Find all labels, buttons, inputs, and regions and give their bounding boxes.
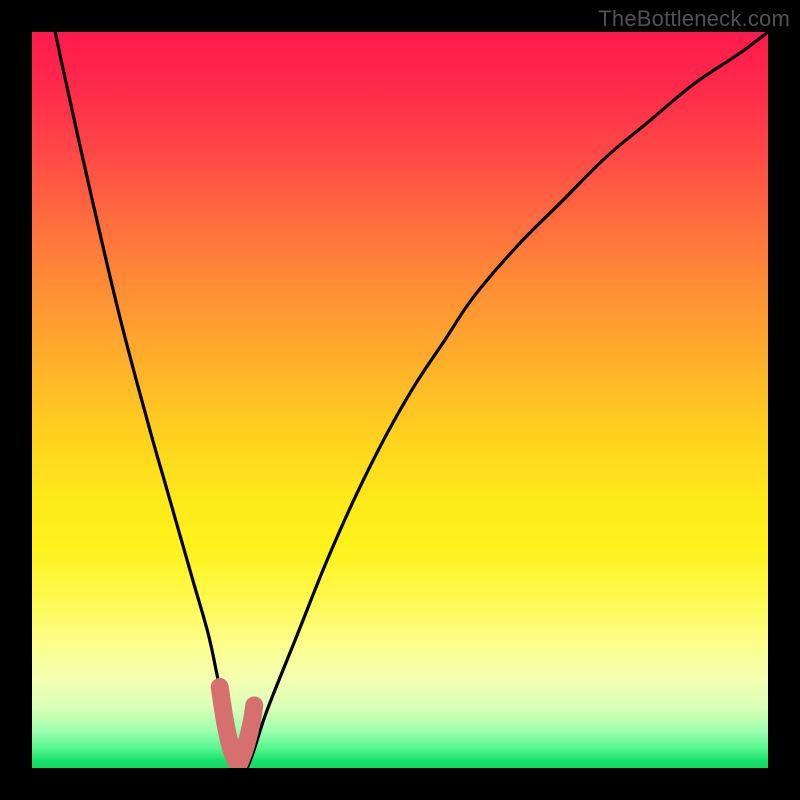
bottleneck-curve-highlight: [220, 687, 255, 764]
chart-frame: TheBottleneck.com: [0, 0, 800, 800]
curve-layer: [32, 32, 768, 768]
plot-area: [32, 32, 768, 768]
bottleneck-curve: [32, 32, 768, 768]
watermark-label: TheBottleneck.com: [598, 6, 790, 32]
